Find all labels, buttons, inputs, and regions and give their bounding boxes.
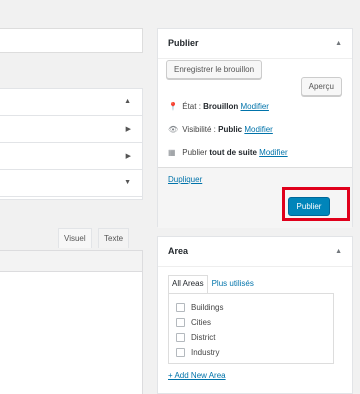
editor-content-area[interactable] — [0, 272, 143, 394]
duplicate-link[interactable]: Dupliquer — [168, 175, 202, 184]
visibility-edit-link[interactable]: Modifier — [244, 125, 272, 134]
area-tabs: All Areas Plus utilisés — [168, 275, 254, 293]
chevron-right-icon[interactable]: ▶ — [126, 125, 131, 133]
publish-metabox-header[interactable]: Publier ▲ — [158, 29, 352, 59]
visibility-label: Visibilité : — [182, 125, 216, 134]
metabox-row[interactable]: ▶ — [0, 116, 143, 143]
highlight-box — [282, 187, 350, 221]
chevron-up-icon[interactable]: ▲ — [335, 40, 342, 47]
checkbox[interactable] — [176, 333, 185, 343]
area-checklist: Buildings Cities District Industry — [168, 293, 334, 364]
add-new-area-link[interactable]: + Add New Area — [168, 371, 226, 380]
list-item[interactable]: Cities — [176, 317, 333, 332]
schedule-value: tout de suite — [209, 148, 257, 157]
schedule-row: ▦ Publier tout de suite Modifier — [168, 148, 288, 157]
chevron-up-icon[interactable]: ▲ — [124, 98, 131, 105]
pin-icon: 📍 — [168, 102, 178, 111]
publish-metabox-title: Publier — [168, 38, 199, 48]
list-item[interactable]: District — [176, 332, 333, 347]
visibility-value: Public — [218, 125, 243, 134]
status-row: 📍 État : Brouillon Modifier — [168, 102, 269, 111]
editor-metabox-panel: ▲ ▶ ▶ ▼ — [0, 88, 143, 200]
area-metabox-title: Area — [168, 246, 189, 256]
tab-text[interactable]: Texte — [98, 228, 130, 248]
tab-visual[interactable]: Visuel — [58, 228, 92, 248]
status-label: État : — [182, 102, 201, 111]
area-label: Cities — [191, 318, 212, 327]
status-edit-link[interactable]: Modifier — [241, 102, 269, 111]
tab-all-areas[interactable]: All Areas — [168, 275, 208, 293]
area-label: Buildings — [191, 303, 224, 312]
eye-icon: 👁 — [168, 125, 179, 134]
status-value: Brouillon — [203, 102, 239, 111]
area-label: Industry — [191, 348, 220, 357]
chevron-right-icon[interactable]: ▶ — [126, 152, 131, 160]
post-title-input[interactable] — [0, 28, 143, 53]
area-label: District — [191, 333, 216, 342]
checkbox[interactable] — [176, 348, 185, 358]
list-item[interactable]: Buildings — [176, 302, 333, 317]
editor-toolbar — [0, 250, 143, 272]
schedule-label: Publier — [182, 148, 208, 157]
schedule-edit-link[interactable]: Modifier — [259, 148, 287, 157]
list-item[interactable]: Industry — [176, 347, 333, 362]
metabox-row[interactable]: ▶ — [0, 143, 143, 170]
editor-tabs: Visuel Texte — [0, 228, 143, 250]
tab-most-used[interactable]: Plus utilisés — [212, 279, 254, 288]
visibility-row: 👁 Visibilité : Public Modifier — [168, 125, 273, 134]
chevron-down-icon[interactable]: ▼ — [124, 179, 131, 186]
metabox-row[interactable]: ▼ — [0, 170, 143, 197]
area-metabox-header[interactable]: Area ▲ — [158, 237, 352, 267]
metabox-row[interactable]: ▲ — [0, 89, 143, 116]
calendar-icon: ▦ — [168, 148, 176, 157]
checkbox[interactable] — [176, 303, 185, 313]
area-metabox: Area ▲ All Areas Plus utilisés Buildings … — [157, 236, 353, 394]
save-draft-button[interactable]: Enregistrer le brouillon — [166, 60, 263, 79]
preview-button[interactable]: Aperçu — [300, 77, 342, 96]
checkbox[interactable] — [176, 318, 185, 328]
chevron-up-icon[interactable]: ▲ — [335, 248, 342, 255]
